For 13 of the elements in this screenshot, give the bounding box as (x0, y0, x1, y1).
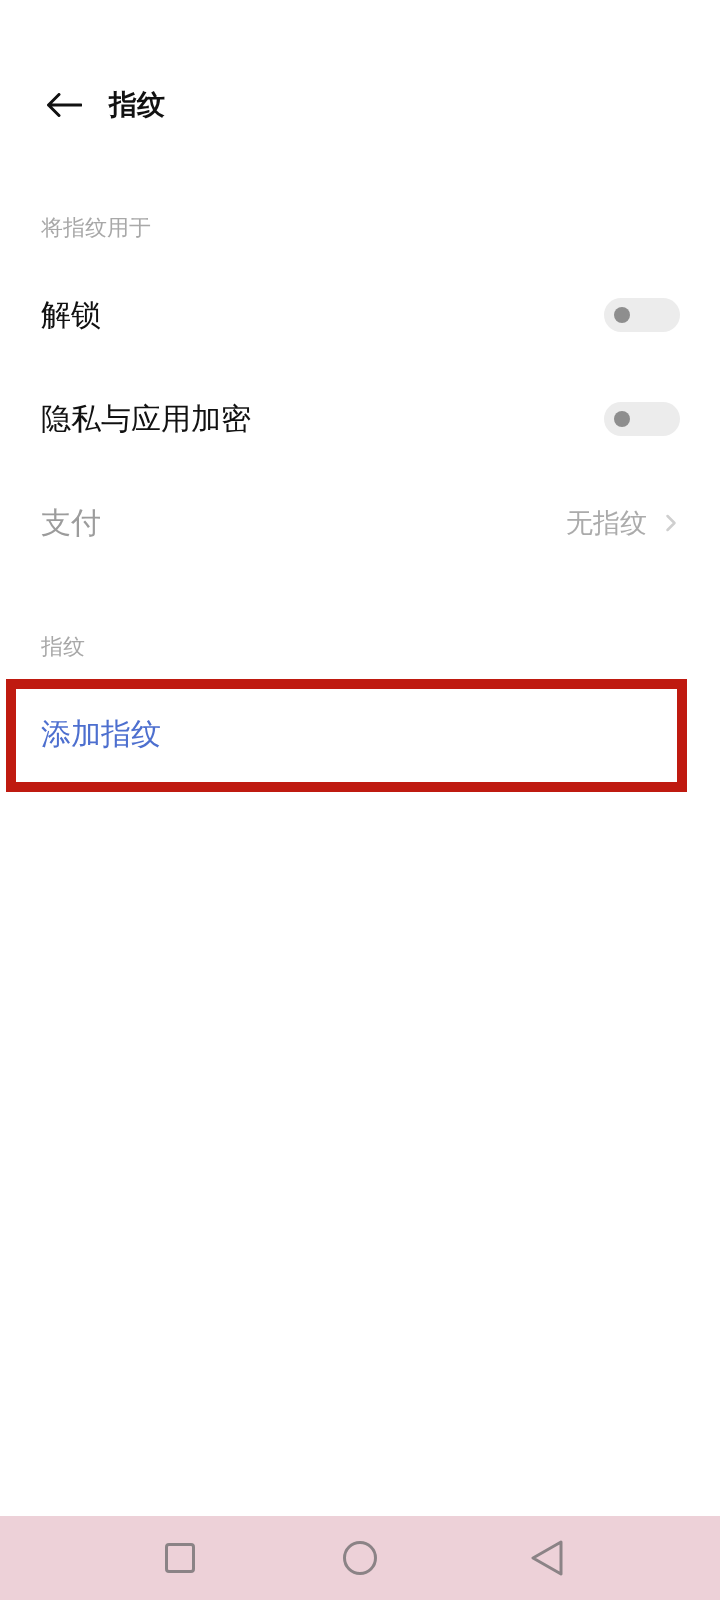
setting-label: 隐私与应用加密 (41, 400, 251, 438)
action-link[interactable]: 添加指纹 (41, 714, 161, 754)
circle-icon[interactable] (343, 1541, 377, 1575)
setting-label: 解锁 (41, 296, 101, 334)
back-icon[interactable] (46, 93, 82, 117)
section-title: 将指纹用于 (41, 215, 151, 240)
square-icon[interactable] (165, 1543, 195, 1573)
page-title: 指纹 (109, 88, 165, 122)
setting-value: 无指纹 (566, 506, 647, 540)
chevron-right-icon (665, 514, 677, 532)
toggle-switch[interactable] (604, 298, 680, 332)
toggle-switch[interactable] (604, 402, 680, 436)
section-title: 指纹 (41, 634, 85, 659)
